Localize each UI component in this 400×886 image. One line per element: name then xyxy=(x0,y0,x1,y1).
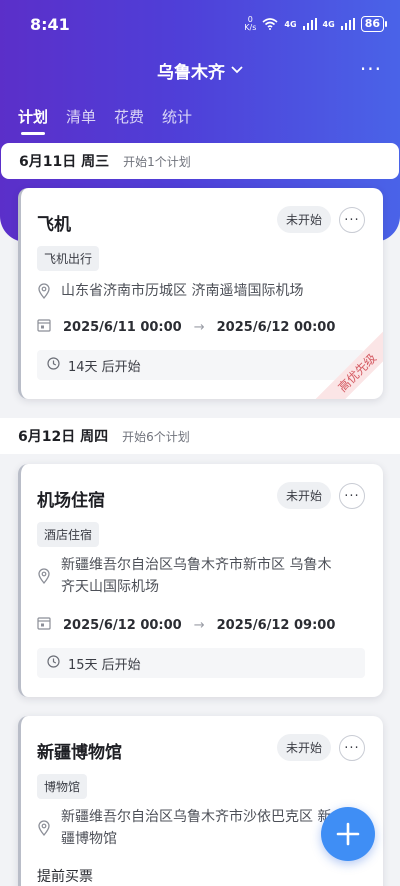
countdown-bar: 14天 后开始 xyxy=(37,350,365,380)
plan-note: 提前买票 xyxy=(37,869,93,885)
time-range: 2025/6/11 00:00 → 2025/6/12 00:00 xyxy=(37,318,335,336)
location-row: 新疆维吾尔自治区乌鲁木齐市沙依巴克区 新 疆博物馆 xyxy=(37,806,367,850)
more-icon[interactable]: ··· xyxy=(360,59,382,79)
battery-indicator: 86 xyxy=(360,16,388,32)
city-name: 乌鲁木齐 xyxy=(157,62,225,83)
countdown-text: 15天 后开始 xyxy=(68,657,141,673)
card-more-button[interactable]: ··· xyxy=(339,735,365,761)
card-more-button[interactable]: ··· xyxy=(339,483,365,509)
category-tag: 酒店住宿 xyxy=(37,522,100,547)
location-line: 齐天山国际机场 xyxy=(61,579,159,595)
status-badge: 未开始 xyxy=(276,482,331,509)
status-bar: 8:41 0 K/s 4G 4G 86 xyxy=(0,0,400,48)
countdown-text: 14天 后开始 xyxy=(68,359,141,375)
net-speed-unit: K/s xyxy=(244,23,257,32)
arrow-right-icon: → xyxy=(193,617,205,633)
plan-card[interactable]: 新疆博物馆 未开始 ··· 博物馆 新疆维吾尔自治区乌鲁木齐市沙依巴克区 新 疆… xyxy=(18,716,383,886)
net-speed: 0 K/s xyxy=(244,16,256,32)
end-time: 2025/6/12 09:00 xyxy=(216,617,336,633)
clock-icon xyxy=(47,654,60,672)
location-pin-icon xyxy=(37,554,51,598)
end-time: 2025/6/12 00:00 xyxy=(216,319,336,335)
status-time: 8:41 xyxy=(30,14,70,34)
tab-plan[interactable]: 计划 xyxy=(18,106,48,135)
status-icons: 0 K/s 4G 4G 86 xyxy=(244,16,388,32)
plan-title: 机场住宿 xyxy=(37,491,105,511)
day-header: 6月11日 周三 开始1个计划 xyxy=(1,143,399,179)
title-bar: 乌鲁木齐 ··· xyxy=(0,48,400,92)
signal-icon xyxy=(302,18,317,30)
time-range: 2025/6/12 00:00 → 2025/6/12 09:00 xyxy=(37,616,335,634)
status-badge: 未开始 xyxy=(276,206,331,233)
plan-title: 新疆博物馆 xyxy=(37,743,122,763)
network-4g-label-2: 4G xyxy=(322,19,335,29)
wifi-icon xyxy=(262,18,278,30)
calendar-icon xyxy=(37,318,51,336)
location-text: 山东省济南市历城区 济南遥墙国际机场 xyxy=(61,283,304,299)
day-plan-count: 开始6个计划 xyxy=(122,429,190,444)
category-tag: 博物馆 xyxy=(37,774,88,799)
signal-icon-2 xyxy=(340,18,355,30)
plan-card[interactable]: 飞机 未开始 ··· 飞机出行 山东省济南市历城区 济南遥墙国际机场 2025/… xyxy=(18,188,383,399)
day-plan-count: 开始1个计划 xyxy=(123,154,191,169)
location-line: 新疆维吾尔自治区乌鲁木齐市新市区 乌鲁木 xyxy=(61,557,332,573)
plus-icon xyxy=(336,822,360,846)
tab-bar: 计划 清单 花费 统计 xyxy=(18,106,192,135)
arrow-right-icon: → xyxy=(193,319,205,335)
day-date: 6月12日 周四 xyxy=(18,429,109,445)
network-4g-label: 4G xyxy=(284,19,297,29)
chevron-down-icon xyxy=(231,66,243,74)
location-row: 新疆维吾尔自治区乌鲁木齐市新市区 乌鲁木 齐天山国际机场 xyxy=(37,554,367,598)
plan-title: 飞机 xyxy=(37,215,71,235)
calendar-icon xyxy=(37,616,51,634)
countdown-bar: 15天 后开始 xyxy=(37,648,365,678)
location-line: 新疆维吾尔自治区乌鲁木齐市沙依巴克区 新 xyxy=(61,809,332,825)
card-more-button[interactable]: ··· xyxy=(339,207,365,233)
city-selector[interactable]: 乌鲁木齐 xyxy=(157,58,243,83)
day-date: 6月11日 周三 xyxy=(19,154,110,170)
add-plan-button[interactable] xyxy=(321,807,375,861)
location-row: 山东省济南市历城区 济南遥墙国际机场 xyxy=(37,280,367,302)
tab-checklist[interactable]: 清单 xyxy=(66,106,96,135)
day-header: 6月12日 周四 开始6个计划 xyxy=(0,418,400,454)
tab-statistics[interactable]: 统计 xyxy=(162,106,192,135)
category-tag: 飞机出行 xyxy=(37,246,100,271)
status-badge: 未开始 xyxy=(276,734,331,761)
clock-icon xyxy=(47,356,60,374)
location-text: 新疆维吾尔自治区乌鲁木齐市沙依巴克区 新 疆博物馆 xyxy=(61,806,331,850)
location-pin-icon xyxy=(37,806,51,850)
start-time: 2025/6/11 00:00 xyxy=(63,319,182,335)
location-line: 疆博物馆 xyxy=(61,831,117,847)
location-pin-icon xyxy=(37,280,51,302)
plan-card[interactable]: 机场住宿 未开始 ··· 酒店住宿 新疆维吾尔自治区乌鲁木齐市新市区 乌鲁木 齐… xyxy=(18,464,383,697)
start-time: 2025/6/12 00:00 xyxy=(63,617,182,633)
tab-expenses[interactable]: 花费 xyxy=(114,106,144,135)
location-text: 新疆维吾尔自治区乌鲁木齐市新市区 乌鲁木 齐天山国际机场 xyxy=(61,554,331,598)
